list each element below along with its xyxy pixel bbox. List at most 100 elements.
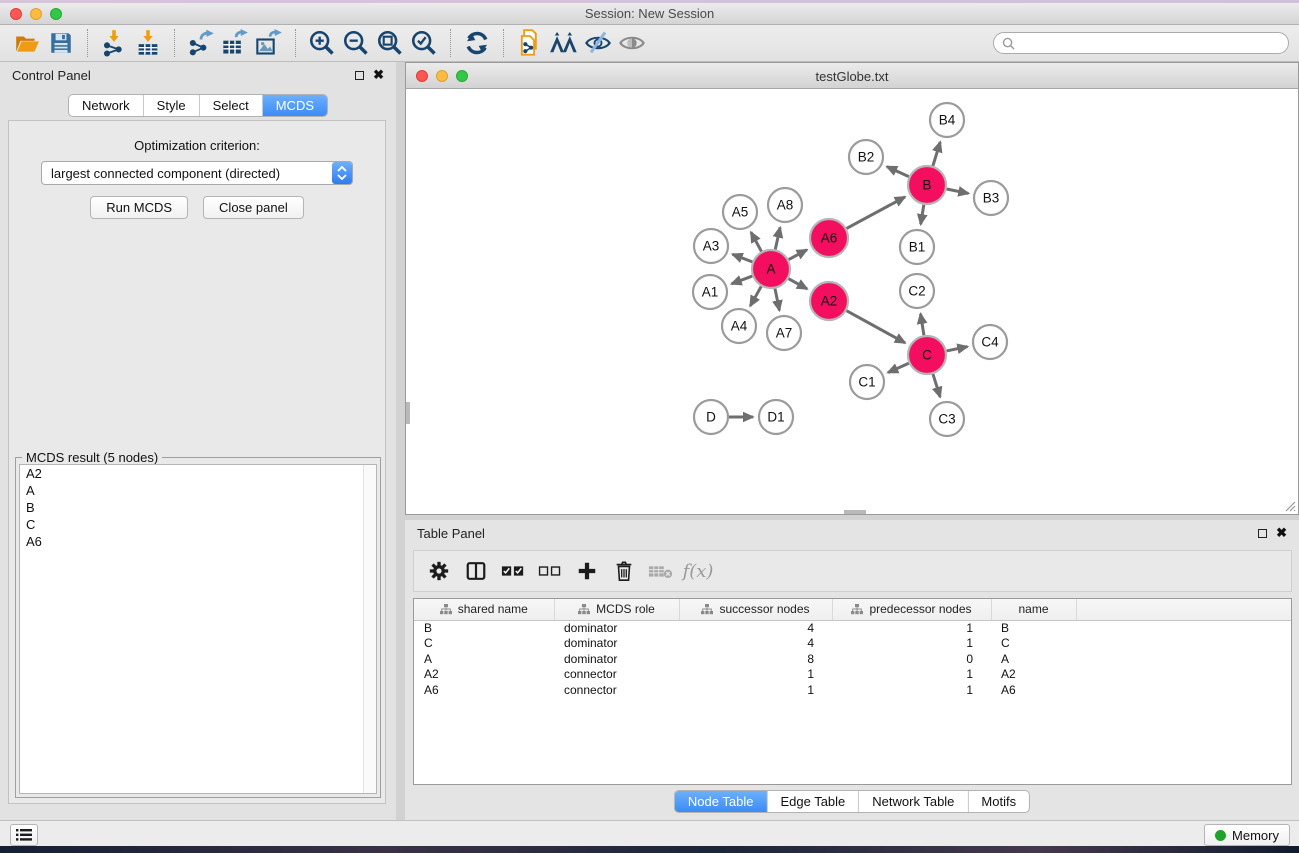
table-cell[interactable]: 4 xyxy=(679,636,832,652)
tab-select[interactable]: Select xyxy=(199,95,262,116)
graph-edge-C-C1[interactable] xyxy=(888,363,909,372)
export-image-button[interactable] xyxy=(252,28,286,58)
save-session-button[interactable] xyxy=(44,28,78,58)
mcds-result-list[interactable]: A2ABCA6 xyxy=(19,464,377,794)
table-cell[interactable]: 0 xyxy=(832,651,991,667)
table-cell[interactable]: 1 xyxy=(832,682,991,698)
network-canvas[interactable]: AA1A2A3A4A5A6A7A8BB1B2B3B4CC1C2C3C4DD1 xyxy=(406,89,1298,514)
table-cell[interactable]: A6 xyxy=(991,682,1076,698)
deselect-all-button[interactable] xyxy=(535,556,565,586)
hide-selected-button[interactable] xyxy=(581,28,615,58)
export-network-button[interactable] xyxy=(184,28,218,58)
mcds-result-item[interactable]: B xyxy=(20,499,376,516)
table-cell[interactable]: 8 xyxy=(679,651,832,667)
export-table-button[interactable] xyxy=(218,28,252,58)
table-cell[interactable]: A2 xyxy=(414,667,554,683)
mcds-result-item[interactable]: A2 xyxy=(20,465,376,482)
table-cell[interactable]: 1 xyxy=(832,636,991,652)
graph-edge-A-A5[interactable] xyxy=(751,232,761,251)
zoom-window-button[interactable] xyxy=(50,8,62,20)
graph-edge-A-A7[interactable] xyxy=(775,289,779,311)
graph-edge-A2-C[interactable] xyxy=(847,311,906,343)
column-visibility-button[interactable] xyxy=(461,556,491,586)
import-table-button[interactable] xyxy=(131,28,165,58)
table-cell[interactable]: C xyxy=(414,636,554,652)
tab-network-table[interactable]: Network Table xyxy=(858,791,967,812)
column-header-name[interactable]: name xyxy=(991,599,1076,620)
zoom-fit-button[interactable] xyxy=(373,28,407,58)
show-all-button[interactable] xyxy=(615,28,649,58)
mcds-result-item[interactable]: C xyxy=(20,516,376,533)
minimize-window-button[interactable] xyxy=(30,8,42,20)
table-cell[interactable]: A2 xyxy=(991,667,1076,683)
table-cell[interactable]: dominator xyxy=(554,636,679,652)
graph-edge-A6-B[interactable] xyxy=(847,197,905,229)
graph-edge-B-B3[interactable] xyxy=(947,189,969,193)
open-session-button[interactable] xyxy=(10,28,44,58)
column-header-successor-nodes[interactable]: successor nodes xyxy=(679,599,832,620)
search-input[interactable] xyxy=(1020,36,1280,50)
graph-edge-A-A6[interactable] xyxy=(789,250,807,260)
table-cell[interactable]: A xyxy=(414,651,554,667)
import-network-button[interactable] xyxy=(97,28,131,58)
mcds-result-item[interactable]: A6 xyxy=(20,533,376,550)
close-window-button[interactable] xyxy=(10,8,22,20)
graph-edge-B-B1[interactable] xyxy=(921,205,924,225)
tab-motifs[interactable]: Motifs xyxy=(967,791,1029,812)
table-cell[interactable]: 1 xyxy=(832,667,991,683)
close-panel-button[interactable]: Close panel xyxy=(203,196,304,219)
column-header-predecessor-nodes[interactable]: predecessor nodes xyxy=(832,599,991,620)
table-row[interactable]: Cdominator41C xyxy=(414,636,1291,652)
add-column-button[interactable] xyxy=(572,556,602,586)
tab-edge-table[interactable]: Edge Table xyxy=(766,791,858,812)
close-table-panel-icon[interactable]: ✖ xyxy=(1276,528,1287,538)
table-cell[interactable]: dominator xyxy=(554,620,679,636)
tab-network[interactable]: Network xyxy=(69,95,143,116)
memory-button[interactable]: Memory xyxy=(1204,824,1290,846)
column-header-MCDS-role[interactable]: MCDS role xyxy=(554,599,679,620)
table-cell[interactable]: 4 xyxy=(679,620,832,636)
table-cell[interactable]: A xyxy=(991,651,1076,667)
new-network-from-selection-button[interactable] xyxy=(513,28,547,58)
run-mcds-button[interactable]: Run MCDS xyxy=(90,196,188,219)
table-row[interactable]: A6connector11A6 xyxy=(414,682,1291,698)
mcds-result-item[interactable]: A xyxy=(20,482,376,499)
close-panel-icon[interactable]: ✖ xyxy=(373,70,384,80)
select-all-button[interactable] xyxy=(498,556,528,586)
zoom-in-button[interactable] xyxy=(305,28,339,58)
table-cell[interactable]: 1 xyxy=(679,682,832,698)
vertical-scroll-nub[interactable] xyxy=(406,402,410,424)
node-table[interactable]: shared nameMCDS rolesuccessor nodesprede… xyxy=(413,598,1292,785)
table-row[interactable]: Bdominator41B xyxy=(414,620,1291,636)
search-field[interactable] xyxy=(993,32,1289,54)
apply-layout-button[interactable] xyxy=(460,28,494,58)
task-history-button[interactable] xyxy=(10,824,38,846)
table-cell[interactable]: 1 xyxy=(679,667,832,683)
horizontal-scroll-nub[interactable] xyxy=(844,510,866,514)
graph-edge-A-A3[interactable] xyxy=(732,254,752,262)
table-cell[interactable]: connector xyxy=(554,682,679,698)
tab-style[interactable]: Style xyxy=(143,95,199,116)
delete-column-button[interactable] xyxy=(609,556,639,586)
resize-grip-icon[interactable] xyxy=(1284,500,1296,512)
first-neighbors-button[interactable] xyxy=(547,28,581,58)
network-graph[interactable]: AA1A2A3A4A5A6A7A8BB1B2B3B4CC1C2C3C4DD1 xyxy=(406,89,1298,514)
table-cell[interactable]: C xyxy=(991,636,1076,652)
table-cell[interactable]: dominator xyxy=(554,651,679,667)
float-table-panel-icon[interactable] xyxy=(1258,529,1267,538)
optimization-criterion-dropdown[interactable]: largest connected component (directed) xyxy=(41,161,353,185)
graph-edge-C-C4[interactable] xyxy=(947,347,968,351)
graph-edge-A-A8[interactable] xyxy=(775,227,780,249)
table-cell[interactable]: 1 xyxy=(832,620,991,636)
table-cell[interactable]: connector xyxy=(554,667,679,683)
tab-node-table[interactable]: Node Table xyxy=(675,791,767,812)
table-cell[interactable]: B xyxy=(991,620,1076,636)
column-header-shared-name[interactable]: shared name xyxy=(414,599,554,620)
table-cell[interactable]: A6 xyxy=(414,682,554,698)
tab-mcds[interactable]: MCDS xyxy=(262,95,327,116)
graph-edge-C-C3[interactable] xyxy=(933,374,940,397)
table-row[interactable]: A2connector11A2 xyxy=(414,667,1291,683)
list-scrollbar[interactable] xyxy=(363,465,376,793)
table-cell[interactable]: B xyxy=(414,620,554,636)
table-row[interactable]: Adominator80A xyxy=(414,651,1291,667)
